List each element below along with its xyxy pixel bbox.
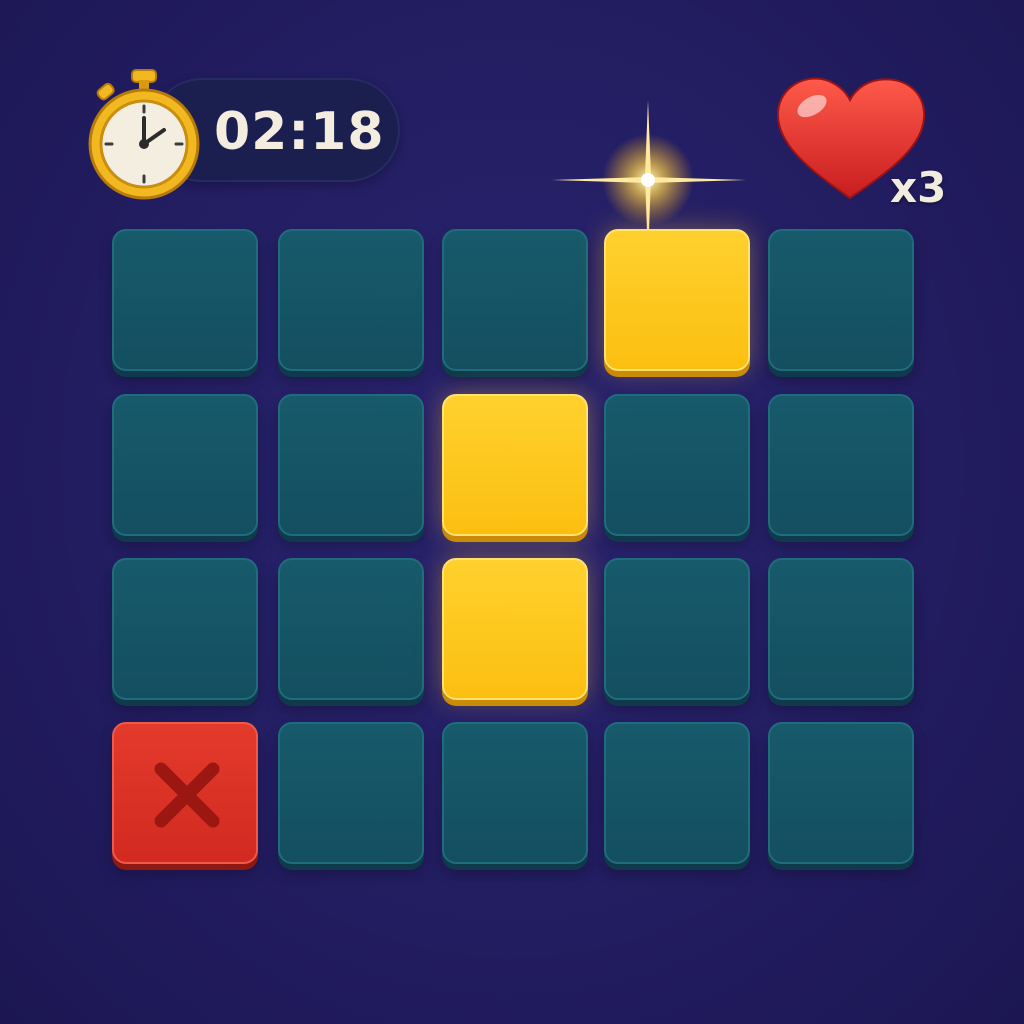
tile-wrong[interactable] xyxy=(112,722,258,864)
tile-empty[interactable] xyxy=(768,394,914,536)
tile-empty[interactable] xyxy=(112,394,258,536)
tile-empty[interactable] xyxy=(604,394,750,536)
tile-empty[interactable] xyxy=(604,722,750,864)
tile-lit[interactable] xyxy=(604,229,750,371)
tile-empty[interactable] xyxy=(278,229,424,371)
tile-empty[interactable] xyxy=(768,558,914,700)
tile-empty[interactable] xyxy=(278,558,424,700)
tile-empty[interactable] xyxy=(768,229,914,371)
tile-empty[interactable] xyxy=(278,394,424,536)
tile-empty[interactable] xyxy=(768,722,914,864)
tile-empty[interactable] xyxy=(442,722,588,864)
tile-empty[interactable] xyxy=(278,722,424,864)
tile-lit[interactable] xyxy=(442,394,588,536)
tile-empty[interactable] xyxy=(442,229,588,371)
tile-lit[interactable] xyxy=(442,558,588,700)
tile-empty[interactable] xyxy=(604,558,750,700)
tile-empty[interactable] xyxy=(112,229,258,371)
x-mark-icon xyxy=(154,762,220,828)
game-board xyxy=(0,0,1024,1024)
tile-empty[interactable] xyxy=(112,558,258,700)
